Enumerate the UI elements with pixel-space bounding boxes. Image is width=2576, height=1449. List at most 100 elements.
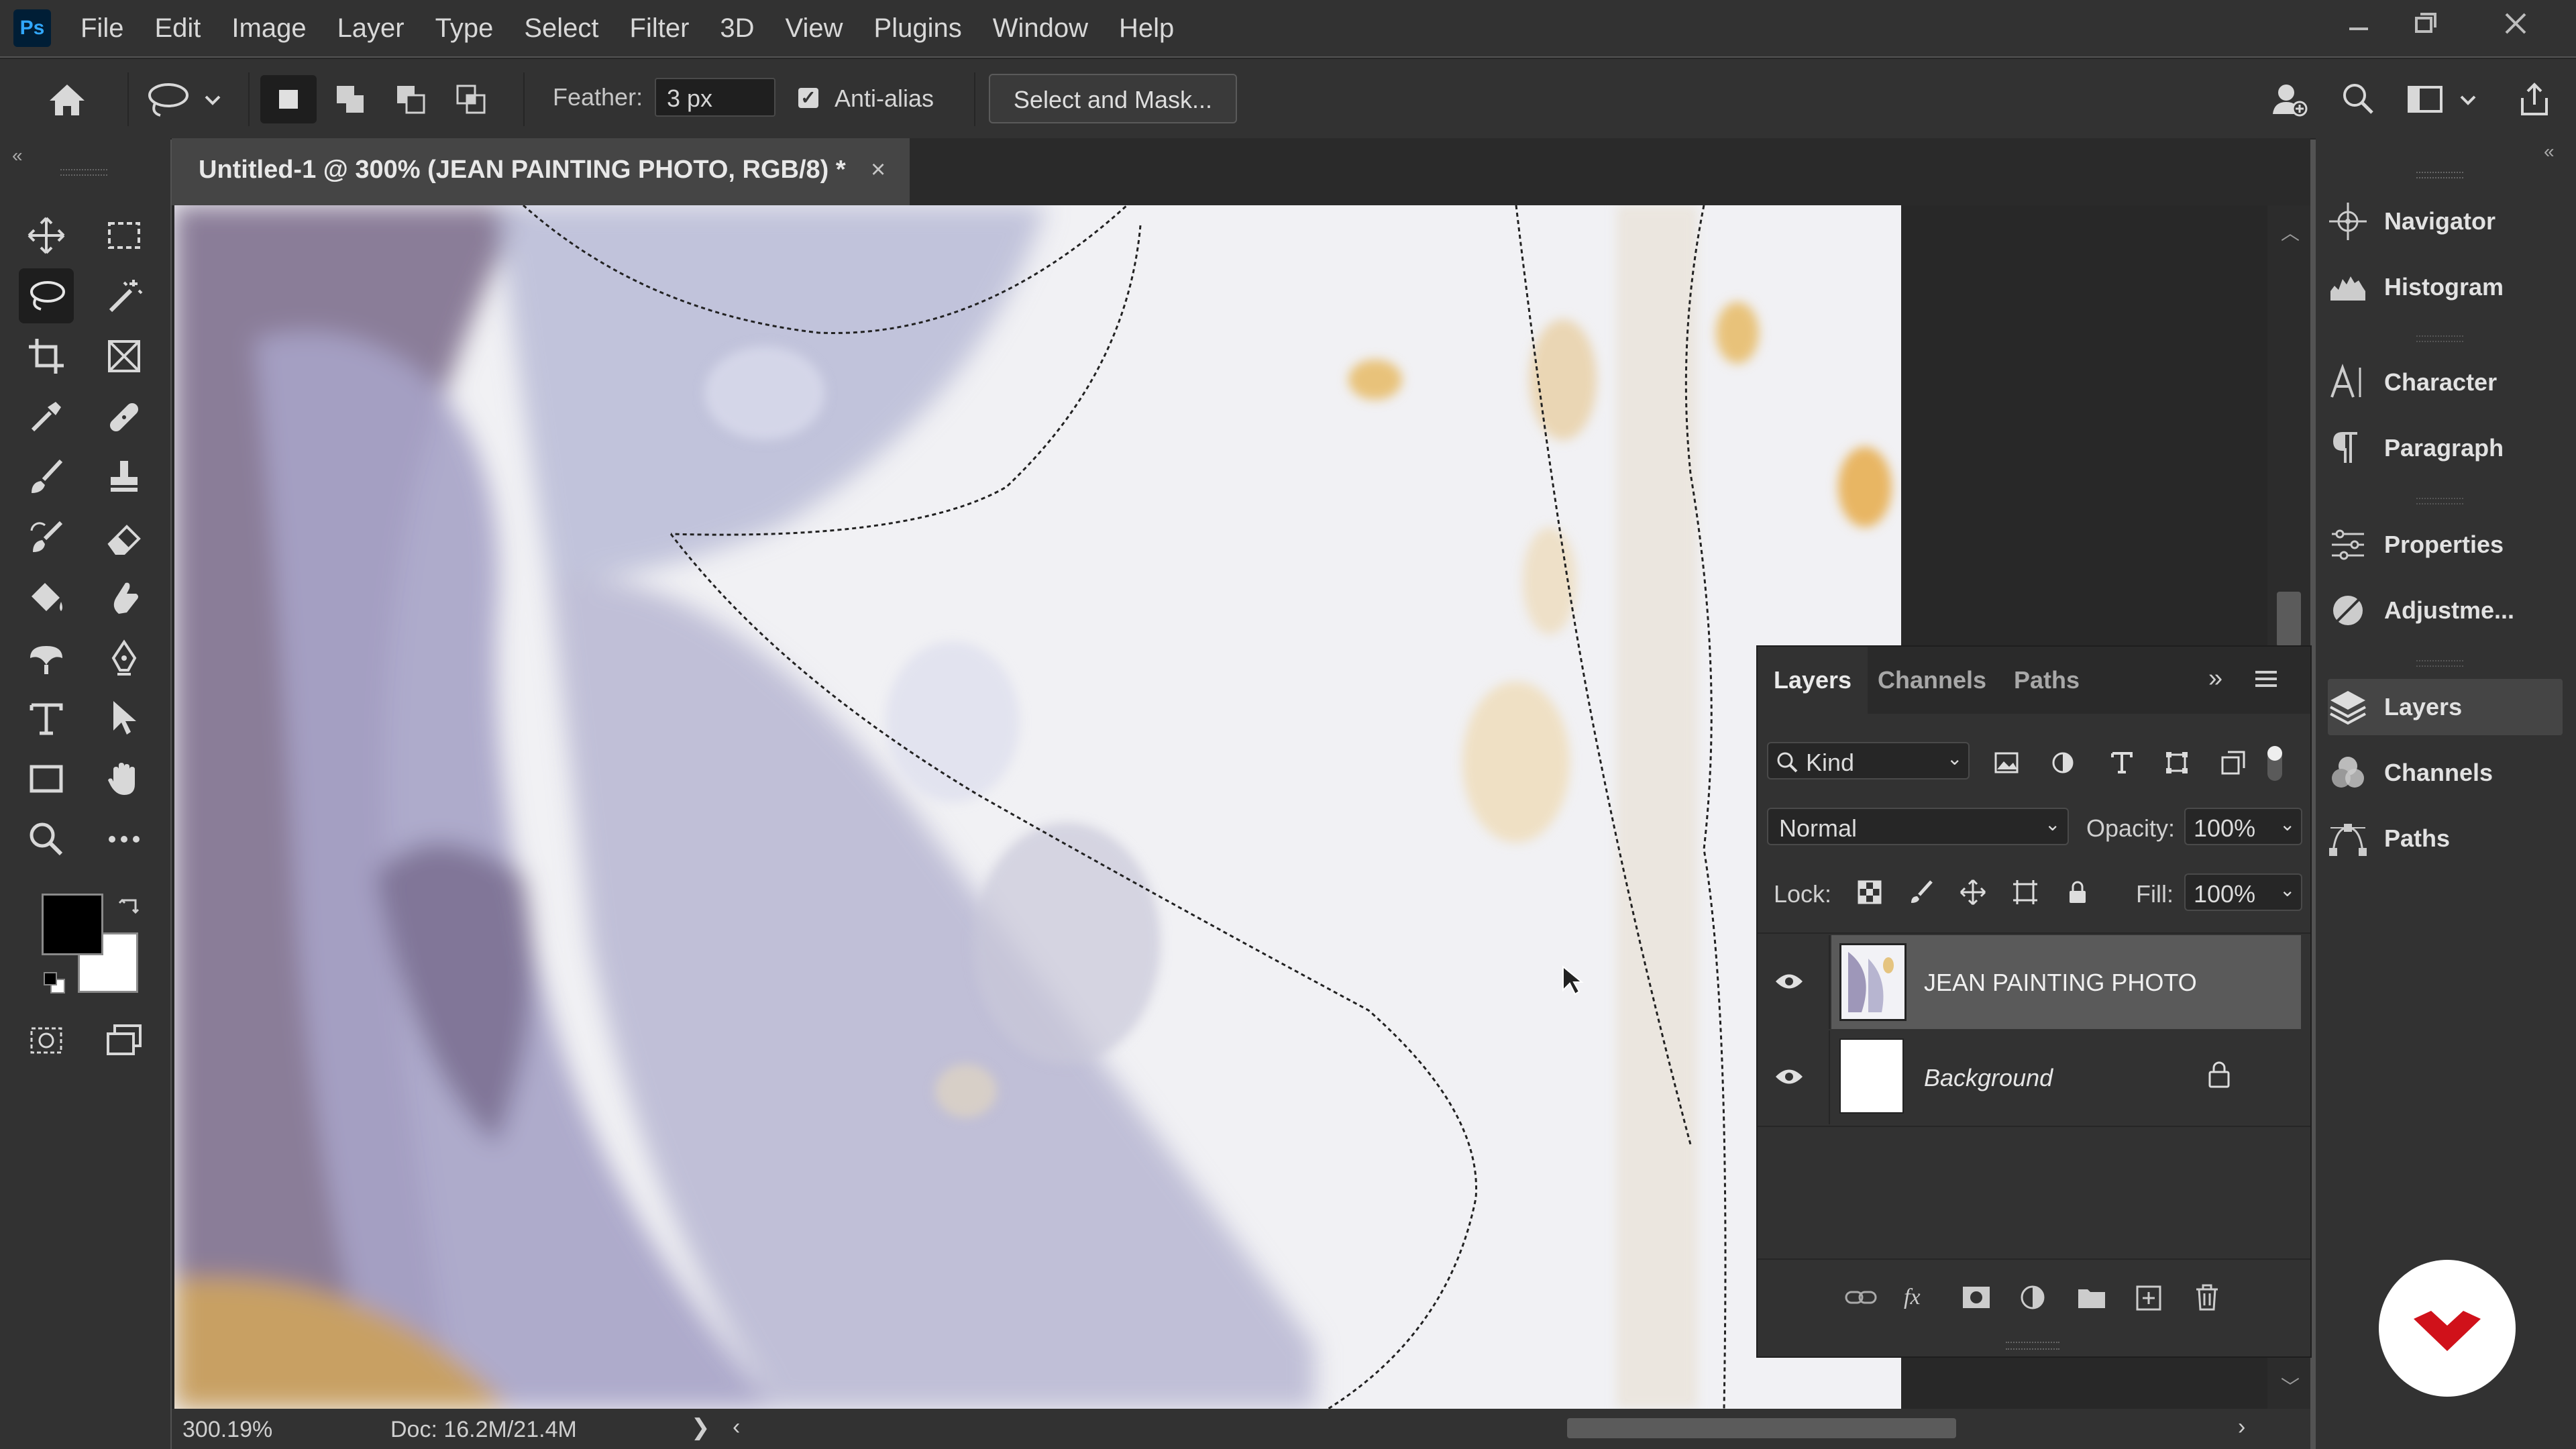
anti-alias-checkbox[interactable]: ✓	[798, 88, 818, 108]
filter-adjustment-layers[interactable]	[2046, 746, 2080, 780]
menu-image[interactable]: Image	[231, 0, 306, 56]
layer-mask-icon[interactable]	[1960, 1284, 1992, 1311]
lock-image-pixels[interactable]	[1905, 875, 1939, 910]
intersect-selection-button[interactable]	[443, 75, 499, 123]
menu-plugins[interactable]: Plugins	[874, 0, 962, 56]
dock-layers[interactable]: Layers	[2328, 679, 2563, 735]
tab-channels[interactable]: Channels	[1872, 647, 1992, 714]
status-menu-arrow-icon[interactable]: ❯	[691, 1414, 710, 1441]
menu-3d[interactable]: 3D	[720, 0, 754, 56]
select-and-mask-button[interactable]: Select and Mask...	[989, 74, 1237, 123]
eraser-tool[interactable]	[97, 510, 152, 565]
feather-input[interactable]: 3 px	[655, 78, 775, 117]
crop-tool[interactable]	[19, 329, 74, 384]
layer-row-jean-painting-photo[interactable]: JEAN PAINTING PHOTO	[1758, 935, 2310, 1029]
zoom-level[interactable]: 300.19%	[182, 1417, 272, 1443]
zoom-tool[interactable]	[19, 812, 74, 867]
default-colors-button[interactable]	[42, 970, 68, 1000]
layer-row-background[interactable]: Background	[1758, 1030, 2310, 1124]
layer-visibility-toggle[interactable]	[1772, 1060, 1806, 1093]
layer-visibility-toggle[interactable]	[1772, 965, 1806, 998]
paint-bucket-tool[interactable]	[19, 570, 74, 625]
swap-colors-button[interactable]	[118, 894, 142, 921]
fx-icon[interactable]: fx	[1902, 1283, 1935, 1312]
panel-menu-button[interactable]	[2253, 665, 2279, 696]
clone-stamp-tool[interactable]	[97, 449, 152, 504]
new-selection-button[interactable]	[260, 75, 317, 123]
dock-adjustments[interactable]: Adjustme...	[2328, 582, 2563, 639]
close-document-icon[interactable]: ×	[871, 156, 885, 184]
add-selection-button[interactable]	[322, 75, 378, 123]
home-button[interactable]	[39, 72, 95, 126]
app-badge-button[interactable]	[2379, 1260, 2516, 1397]
link-icon[interactable]	[1845, 1284, 1877, 1311]
dock-character[interactable]: Character	[2328, 354, 2563, 411]
vertical-scroll-thumb[interactable]	[2277, 592, 2301, 647]
menu-window[interactable]: Window	[993, 0, 1088, 56]
rectangle-tool[interactable]	[19, 751, 74, 806]
frame-tool[interactable]	[97, 329, 152, 384]
dock-paragraph[interactable]: Paragraph	[2328, 420, 2563, 476]
menu-view[interactable]: View	[786, 0, 843, 56]
dock-properties[interactable]: Properties	[2328, 517, 2563, 573]
hand-tool[interactable]	[97, 751, 152, 806]
scroll-right-icon[interactable]: ›	[2238, 1414, 2245, 1440]
minimize-button[interactable]	[2325, 0, 2392, 56]
dock-navigator[interactable]: Navigator	[2328, 193, 2563, 250]
eyedropper-tool[interactable]	[19, 389, 74, 444]
collapse-toolbar-icon[interactable]: «	[12, 145, 23, 166]
blend-mode-select[interactable]: Normal ⌄	[1767, 808, 2069, 845]
dock-paths[interactable]: Paths	[2328, 810, 2563, 867]
layer-name[interactable]: Background	[1924, 1064, 2053, 1092]
type-tool[interactable]	[19, 691, 74, 746]
brush-tool[interactable]	[19, 449, 74, 504]
scroll-up-icon[interactable]: ︿	[2281, 219, 2300, 246]
screen-mode-button[interactable]	[97, 1013, 152, 1068]
folder-icon[interactable]	[2076, 1284, 2108, 1311]
panel-resize-grip[interactable]	[2006, 1342, 2059, 1350]
adjustment-layer-icon[interactable]	[2018, 1283, 2050, 1312]
toolbar-grip[interactable]	[60, 169, 107, 176]
healing-brush-tool[interactable]	[97, 389, 152, 444]
menu-help[interactable]: Help	[1119, 0, 1174, 56]
opacity-input[interactable]: 100% ⌄	[2184, 808, 2302, 845]
document-tab[interactable]: Untitled-1 @ 300% (JEAN PAINTING PHOTO, …	[172, 138, 910, 205]
layer-filter-kind[interactable]: Kind ⌄	[1767, 742, 1970, 780]
scroll-left-icon[interactable]: ‹	[733, 1414, 740, 1440]
restore-button[interactable]	[2392, 0, 2459, 56]
lock-position[interactable]	[1956, 875, 1990, 910]
collapse-panel-icon[interactable]: »	[2208, 664, 2222, 693]
menu-select[interactable]: Select	[524, 0, 598, 56]
lock-artboard[interactable]	[2008, 875, 2042, 910]
foreground-color-swatch-top[interactable]	[42, 894, 103, 955]
menu-type[interactable]: Type	[435, 0, 494, 56]
close-window-button[interactable]	[2482, 0, 2549, 56]
pen-tool[interactable]	[97, 631, 152, 686]
dock-histogram[interactable]: Histogram	[2328, 259, 2563, 315]
quick-mask-button[interactable]	[19, 1013, 74, 1068]
filter-type-layers[interactable]	[2105, 746, 2139, 780]
lock-transparent-pixels[interactable]	[1853, 875, 1886, 910]
tab-layers[interactable]: Layers	[1758, 647, 1868, 714]
search-button[interactable]	[2330, 72, 2387, 126]
menu-file[interactable]: File	[80, 0, 123, 56]
menu-filter[interactable]: Filter	[630, 0, 690, 56]
path-selection-tool[interactable]	[97, 691, 152, 746]
subtract-selection-button[interactable]	[382, 75, 439, 123]
document-canvas[interactable]: ="80" rx="50" ry="40"/>	[174, 205, 1901, 1409]
smudge-tool[interactable]	[97, 570, 152, 625]
dock-grip[interactable]	[2416, 172, 2463, 178]
filter-smart-objects[interactable]	[2216, 746, 2250, 780]
workspace-switcher[interactable]	[2402, 72, 2489, 126]
expand-panels-icon[interactable]: «	[2544, 141, 2555, 162]
tab-paths[interactable]: Paths	[1996, 647, 2097, 714]
edit-toolbar-button[interactable]	[97, 812, 152, 867]
move-tool[interactable]	[19, 208, 74, 263]
new-layer-icon[interactable]	[2133, 1284, 2165, 1311]
layer-name[interactable]: JEAN PAINTING PHOTO	[1924, 969, 2197, 997]
lasso-preset-picker[interactable]	[138, 72, 232, 126]
dock-group-grip[interactable]	[2416, 660, 2463, 667]
filter-shape-layers[interactable]	[2160, 746, 2194, 780]
filter-pixel-layers[interactable]	[1990, 746, 2023, 780]
dock-channels[interactable]: Channels	[2328, 745, 2563, 801]
